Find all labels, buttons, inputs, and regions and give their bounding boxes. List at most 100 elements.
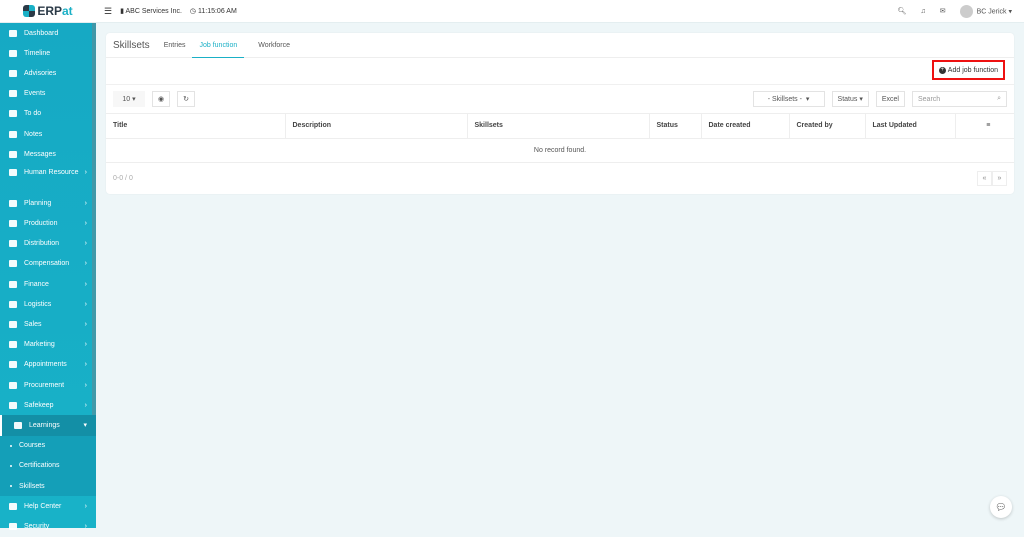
sidebar-item-label: To do — [24, 110, 42, 118]
sidebar-item-advisories[interactable]: Advisories — [0, 63, 96, 83]
sidebar-item-events[interactable]: Events — [0, 84, 96, 104]
sidebar-item-label: Planning — [24, 199, 52, 207]
sidebar-item-safekeep[interactable]: Safekeep › — [0, 395, 96, 415]
status-filter-label: Status — [837, 95, 858, 103]
sidebar-item-label: Marketing — [24, 341, 55, 349]
sidebar-item-distribution[interactable]: Distribution › — [0, 234, 96, 254]
sidebar-sub-label: Certifications — [19, 462, 60, 470]
page-size-value: 10 — [122, 95, 131, 103]
sidebar-item-label: Appointments — [24, 361, 67, 369]
sidebar-item-messages[interactable]: Messages — [0, 144, 96, 164]
search-icon[interactable]: 🔍︎ — [898, 7, 907, 15]
sidebar-item-learnings[interactable]: Learnings ▾ — [0, 415, 96, 436]
col-status[interactable]: Status — [649, 114, 702, 139]
sidebar-item-finance[interactable]: Finance › — [0, 274, 96, 294]
record-range: 0-0 / 0 — [113, 174, 133, 182]
top-bar: ERPat ☰ ▮ ABC Services Inc. ◷ 11:15:06 A… — [0, 0, 1024, 23]
menu-toggle-icon[interactable]: ☰ — [104, 6, 112, 17]
notes-icon — [9, 130, 17, 138]
chevron-icon: › — [84, 300, 87, 308]
company-label: ABC Services Inc. — [125, 8, 182, 15]
refresh-icon: ↻ — [183, 96, 189, 103]
excel-button[interactable]: Excel — [875, 91, 905, 107]
company-name[interactable]: ▮ ABC Services Inc. — [120, 7, 182, 15]
chevron-icon: › — [84, 381, 87, 389]
job-function-table: Title Description Skillsets Status Date … — [106, 114, 1014, 163]
sidebar-item-to-do[interactable]: To do — [0, 104, 96, 124]
user-name: BC Jerick — [976, 7, 1007, 15]
sales-icon — [9, 321, 17, 329]
compensation-icon — [9, 260, 17, 268]
plus-circle-icon: + — [938, 66, 946, 74]
sidebar-item-procurement[interactable]: Procurement › — [0, 375, 96, 395]
add-job-function-button[interactable]: + Add job function — [931, 60, 1005, 80]
sidebar-sub-certifications[interactable]: Certifications — [0, 456, 96, 476]
logo-icon — [23, 5, 36, 17]
sidebar-item-sales[interactable]: Sales › — [0, 314, 96, 334]
chevron-icon: › — [84, 220, 87, 228]
column-visibility-button[interactable]: ◉ — [152, 91, 171, 107]
col-created-by[interactable]: Created by — [789, 114, 866, 139]
skillsets-filter[interactable]: - Skillsets - ▾ — [752, 91, 825, 107]
sidebar-item-label: Human Resource — [24, 169, 79, 177]
sidebar-item-production[interactable]: Production › — [0, 214, 96, 234]
col-skillsets[interactable]: Skillsets — [467, 114, 650, 139]
add-label: Add job function — [947, 66, 998, 74]
sidebar-item-timeline[interactable]: Timeline — [0, 43, 96, 63]
search-input[interactable]: Search ⌕ — [912, 91, 1007, 107]
chat-button[interactable]: 💬︎ — [990, 496, 1012, 518]
events-icon — [9, 90, 17, 98]
col-description[interactable]: Description — [285, 114, 468, 139]
marketing-icon — [9, 341, 17, 349]
sidebar-sub-label: Skillsets — [19, 482, 45, 490]
status-filter[interactable]: Status ▾ — [831, 91, 869, 107]
sidebar-item-logistics[interactable]: Logistics › — [0, 294, 96, 314]
clock: ◷ 11:15:06 AM — [189, 8, 237, 15]
col-date-created[interactable]: Date created — [701, 114, 790, 139]
sidebar-item-label: Sales — [24, 321, 42, 329]
sidebar-item-human-resource[interactable]: Human Resource › — [0, 164, 96, 193]
help-center-icon — [9, 502, 17, 510]
col-title[interactable]: Title — [106, 114, 286, 139]
sidebar-item-marketing[interactable]: Marketing › — [0, 335, 96, 355]
next-page-button[interactable]: » — [992, 170, 1007, 186]
sidebar-sub-skillsets[interactable]: Skillsets — [0, 476, 96, 496]
tab-workforce[interactable]: Workforce — [258, 33, 290, 58]
avatar — [959, 4, 973, 18]
sidebar-sub-courses[interactable]: Courses — [0, 436, 96, 456]
tab-job-function[interactable]: Job function — [192, 33, 245, 58]
chevron-icon: › — [84, 260, 87, 268]
chevron-icon: › — [84, 169, 87, 177]
refresh-button[interactable]: ↻ — [177, 91, 195, 107]
sidebar-item-security[interactable]: Security › — [0, 516, 96, 536]
sidebar-item-dashboard[interactable]: Dashboard — [0, 23, 96, 43]
chat-icon: 💬︎ — [995, 501, 1007, 512]
column-menu-icon[interactable]: ≡ — [955, 114, 1014, 139]
sidebar-item-compensation[interactable]: Compensation › — [0, 254, 96, 274]
sidebar-item-appointments[interactable]: Appointments › — [0, 355, 96, 375]
tab-entries[interactable]: Entries — [164, 33, 186, 58]
chevron-icon: › — [84, 341, 87, 349]
sidebar-item-help-center[interactable]: Help Center › — [0, 496, 96, 516]
logo[interactable]: ERPat — [0, 4, 96, 18]
sidebar-item-label: Messages — [24, 150, 56, 158]
prev-page-button[interactable]: « — [977, 170, 992, 186]
page-title: Skillsets — [113, 39, 150, 51]
skillsets-filter-value: - Skillsets - — [767, 95, 802, 103]
bullet-icon — [10, 485, 12, 488]
mail-icon[interactable]: ✉ — [940, 7, 946, 15]
learnings-submenu: Courses Certifications Skillsets — [0, 435, 96, 497]
chevron-icon: › — [84, 280, 87, 288]
sidebar-item-label: Procurement — [24, 381, 65, 389]
sidebar-item-label: Compensation — [24, 260, 70, 268]
human-resource-icon — [9, 169, 17, 177]
planning-icon — [9, 199, 17, 207]
sidebar-item-notes[interactable]: Notes — [0, 124, 96, 144]
sidebar-item-label: Distribution — [24, 240, 60, 248]
user-menu[interactable]: BC Jerick ▾ — [959, 4, 1012, 18]
page-size-select[interactable]: 10 ▾ — [113, 91, 145, 107]
sidebar-item-planning[interactable]: Planning › — [0, 193, 96, 213]
bell-icon[interactable]: ♫ — [920, 8, 925, 15]
col-last-updated[interactable]: Last Updated — [865, 114, 956, 139]
bullet-icon — [10, 464, 12, 467]
